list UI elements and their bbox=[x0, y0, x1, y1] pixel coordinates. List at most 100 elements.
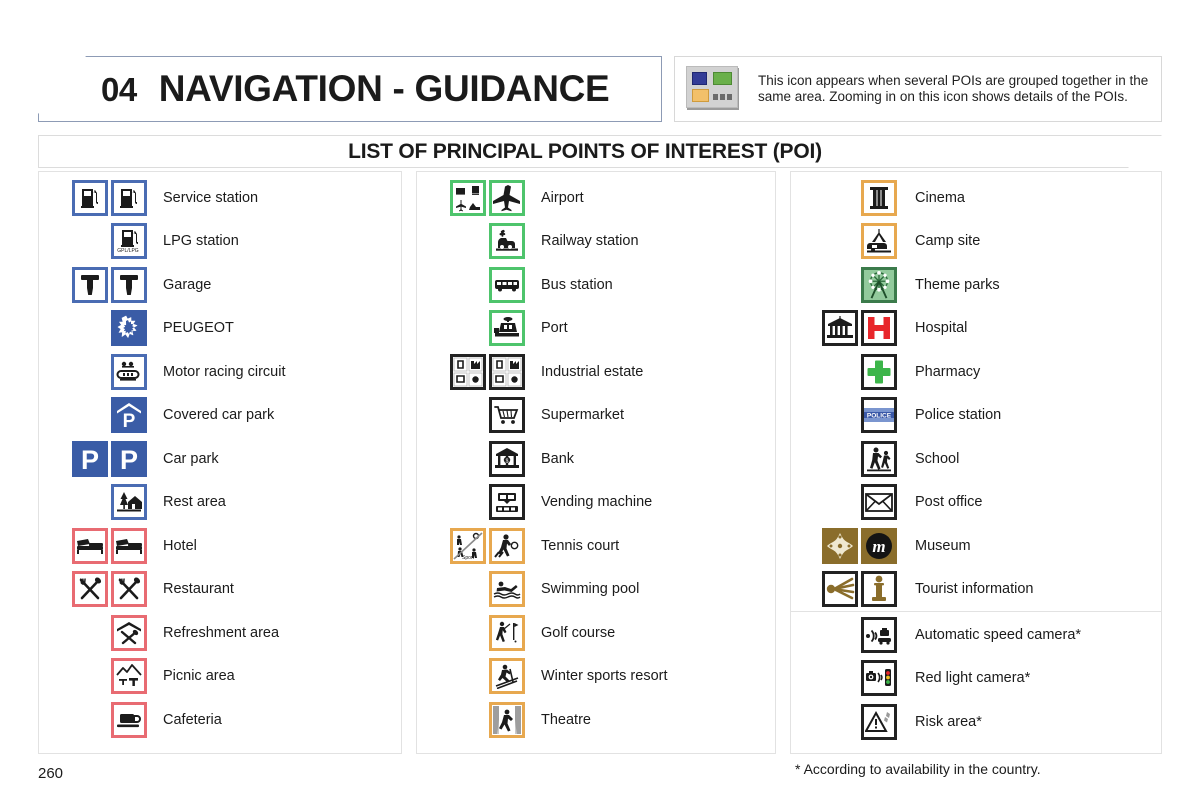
tourist-beam-icon bbox=[822, 571, 858, 608]
poi-label: Hospital bbox=[915, 320, 968, 337]
fuel-pump-icon bbox=[111, 179, 147, 216]
lpg-pump-icon: GPL/LPG bbox=[111, 223, 147, 260]
poi-icon-cell bbox=[39, 614, 151, 651]
golfer-icon bbox=[489, 614, 525, 651]
poi-row: P P Car park bbox=[39, 437, 401, 481]
poi-label: Rest area bbox=[163, 494, 226, 511]
poi-row: Theme parks bbox=[791, 263, 1161, 307]
poi-icon-cell bbox=[39, 658, 151, 695]
poi-row: Restaurant bbox=[39, 568, 401, 612]
poi-icon-cell: POLICE bbox=[791, 397, 901, 434]
bed-icon bbox=[72, 527, 108, 564]
poi-row: POLICE Police station bbox=[791, 394, 1161, 438]
poi-row: Port bbox=[417, 307, 775, 351]
manual-page: 04 NAVIGATION - GUIDANCE This icon appea… bbox=[0, 0, 1200, 800]
poi-label: Theme parks bbox=[915, 276, 1000, 293]
poi-row: GPL/LPG LPG station bbox=[39, 220, 401, 264]
parking-icon: P bbox=[111, 440, 147, 477]
bus-icon bbox=[489, 266, 525, 303]
poi-label: Car park bbox=[163, 450, 219, 467]
poi-label: Museum bbox=[915, 537, 971, 554]
train-icon bbox=[489, 223, 525, 260]
transport-group-icon bbox=[450, 179, 486, 216]
peugeot-lion-icon bbox=[111, 310, 147, 347]
grouped-poi-icon bbox=[686, 66, 738, 108]
industry-group-icon bbox=[450, 353, 486, 390]
poi-label: Post office bbox=[915, 494, 983, 511]
poi-row: PEUGEOT bbox=[39, 307, 401, 351]
poi-icon-cell bbox=[791, 660, 901, 697]
section-subtitle-bar: LIST OF PRINCIPAL POINTS OF INTEREST (PO… bbox=[38, 135, 1162, 168]
svg-text:POLICE: POLICE bbox=[867, 413, 892, 420]
poi-label: Theatre bbox=[541, 711, 591, 728]
section-subtitle: LIST OF PRINCIPAL POINTS OF INTEREST (PO… bbox=[348, 139, 822, 163]
fuel-pump-icon bbox=[72, 179, 108, 216]
poi-label: Port bbox=[541, 320, 568, 337]
poi-label: LPG station bbox=[163, 233, 239, 250]
poi-row: Winter sports resort bbox=[417, 655, 775, 699]
poi-label: Automatic speed camera* bbox=[915, 626, 1082, 643]
poi-icon-cell: m bbox=[791, 527, 901, 564]
poi-row: Motor racing circuit bbox=[39, 350, 401, 394]
grouped-poi-green-square bbox=[713, 72, 732, 85]
poi-column-3: Cinema Camp site Theme parks Hospital Pharma… bbox=[790, 171, 1162, 754]
svg-text:P: P bbox=[81, 445, 99, 474]
poi-label: Golf course bbox=[541, 624, 616, 641]
poi-label: Cinema bbox=[915, 189, 965, 206]
poi-row: Golf course bbox=[417, 611, 775, 655]
poi-label: Railway station bbox=[541, 233, 639, 250]
garage-tool-icon bbox=[72, 266, 108, 303]
poi-icon-cell bbox=[791, 223, 901, 260]
poi-row: School bbox=[791, 437, 1161, 481]
sports-group-icon: Sport bbox=[450, 527, 486, 564]
poi-label: Motor racing circuit bbox=[163, 363, 286, 380]
poi-icon-cell bbox=[417, 484, 529, 521]
grouped-poi-info-text: This icon appears when several POIs are … bbox=[758, 73, 1149, 104]
poi-row: Cinema bbox=[791, 176, 1161, 220]
poi-icon-cell: Sport bbox=[417, 527, 529, 564]
poi-icon-cell bbox=[417, 266, 529, 303]
poi-icon-cell bbox=[791, 703, 901, 740]
poi-icon-cell bbox=[791, 266, 901, 303]
poi-icon-cell bbox=[39, 701, 151, 738]
chapter-tab: 04 NAVIGATION - GUIDANCE bbox=[38, 56, 662, 122]
poi-label: Pharmacy bbox=[915, 363, 981, 380]
poi-icon-cell bbox=[39, 266, 151, 303]
envelope-icon bbox=[861, 484, 897, 521]
poi-row: P Covered car park bbox=[39, 394, 401, 438]
bank-icon: $ bbox=[489, 440, 525, 477]
poi-icon-cell bbox=[417, 353, 529, 390]
svg-text:m: m bbox=[872, 537, 885, 556]
poi-icon-cell bbox=[39, 484, 151, 521]
poi-row: Theatre bbox=[417, 698, 775, 742]
risk-area-icon bbox=[861, 703, 897, 740]
poi-label: Industrial estate bbox=[541, 363, 644, 380]
museum-ornament-icon bbox=[822, 527, 858, 564]
poi-row: Picnic area bbox=[39, 655, 401, 699]
poi-icon-cell bbox=[417, 701, 529, 738]
poi-label: Garage bbox=[163, 276, 212, 293]
red-light-camera-icon bbox=[861, 660, 897, 697]
shopping-cart-icon bbox=[489, 397, 525, 434]
poi-label: Red light camera* bbox=[915, 670, 1031, 687]
poi-row: Railway station bbox=[417, 220, 775, 264]
grouped-poi-orange-square bbox=[692, 89, 709, 102]
svg-text:$: $ bbox=[506, 458, 509, 464]
poi-label: Vending machine bbox=[541, 494, 653, 511]
poi-icon-cell: $ bbox=[417, 440, 529, 477]
poi-icon-cell bbox=[39, 179, 151, 216]
poi-label: Airport bbox=[541, 189, 584, 206]
svg-text:Sport: Sport bbox=[462, 555, 475, 561]
poi-icon-cell bbox=[417, 658, 529, 695]
poi-label: Hotel bbox=[163, 537, 197, 554]
picnic-icon bbox=[111, 658, 147, 695]
poi-icon-cell: PP bbox=[39, 440, 151, 477]
poi-label: Tennis court bbox=[541, 537, 620, 554]
poi-icon-cell bbox=[39, 527, 151, 564]
bed-icon bbox=[111, 527, 147, 564]
refreshment-icon bbox=[111, 614, 147, 651]
poi-row: m Museum bbox=[791, 524, 1161, 568]
poi-row: Automatic speed camera* bbox=[791, 613, 1161, 657]
poi-row: Tourist information bbox=[791, 568, 1161, 612]
poi-label: Bank bbox=[541, 450, 575, 467]
